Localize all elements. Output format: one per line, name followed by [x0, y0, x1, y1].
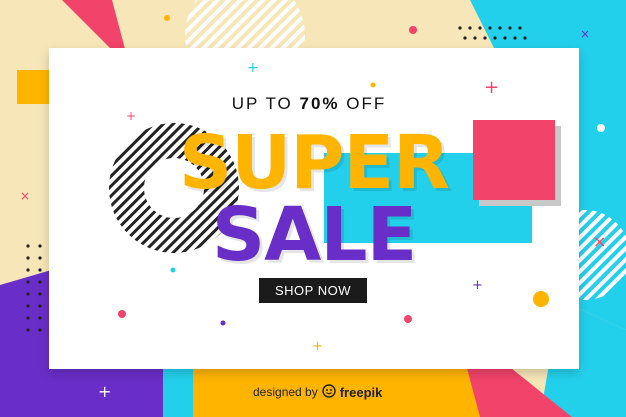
x-mark-left: ×: [20, 189, 30, 203]
credit-prefix: designed by: [253, 385, 318, 399]
credit-line: designed by freepik: [253, 383, 382, 401]
banner: × × × + + + + + + UP TO 70% OFF SUPER SA…: [0, 0, 626, 417]
plus-mark-card-left: +: [126, 109, 136, 123]
white-dot-right: [597, 124, 605, 132]
shop-now-button[interactable]: SHOP NOW: [259, 278, 367, 303]
credit-brand[interactable]: freepik: [340, 385, 383, 400]
cyan-dot-card: [170, 267, 176, 273]
purple-dot-card: [220, 320, 226, 326]
plus-mark-card-right: +: [484, 77, 499, 98]
pink-square: [473, 120, 555, 200]
plus-mark-card-bottom: +: [312, 339, 323, 354]
title-super: SUPER: [178, 120, 450, 206]
plus-mark-card-top: +: [247, 60, 259, 76]
pink-dot-card-right: [404, 315, 412, 323]
pink-dot-card-left: [118, 310, 126, 318]
yellow-circle-card: [533, 291, 549, 307]
plus-mark-bottom-left: +: [98, 382, 111, 401]
yellow-dot-top: [164, 15, 170, 21]
yellow-dot-card: [370, 82, 376, 88]
freepik-logo-icon: [321, 383, 336, 401]
headline-suffix: OFF: [346, 94, 387, 113]
sale-card: + + + + + UP TO 70% OFF SUPER SALE SHOP …: [49, 48, 579, 369]
title-sale: SALE: [211, 192, 417, 278]
x-mark-right: ×: [593, 232, 606, 251]
discount-headline: UP TO 70% OFF: [199, 94, 419, 114]
headline-percent: 70%: [299, 94, 340, 113]
headline-prefix: UP TO: [231, 94, 293, 113]
x-mark-top-right: ×: [580, 27, 590, 41]
pink-dot-top: [409, 26, 417, 34]
plus-mark-card-lower-right: +: [472, 278, 483, 293]
